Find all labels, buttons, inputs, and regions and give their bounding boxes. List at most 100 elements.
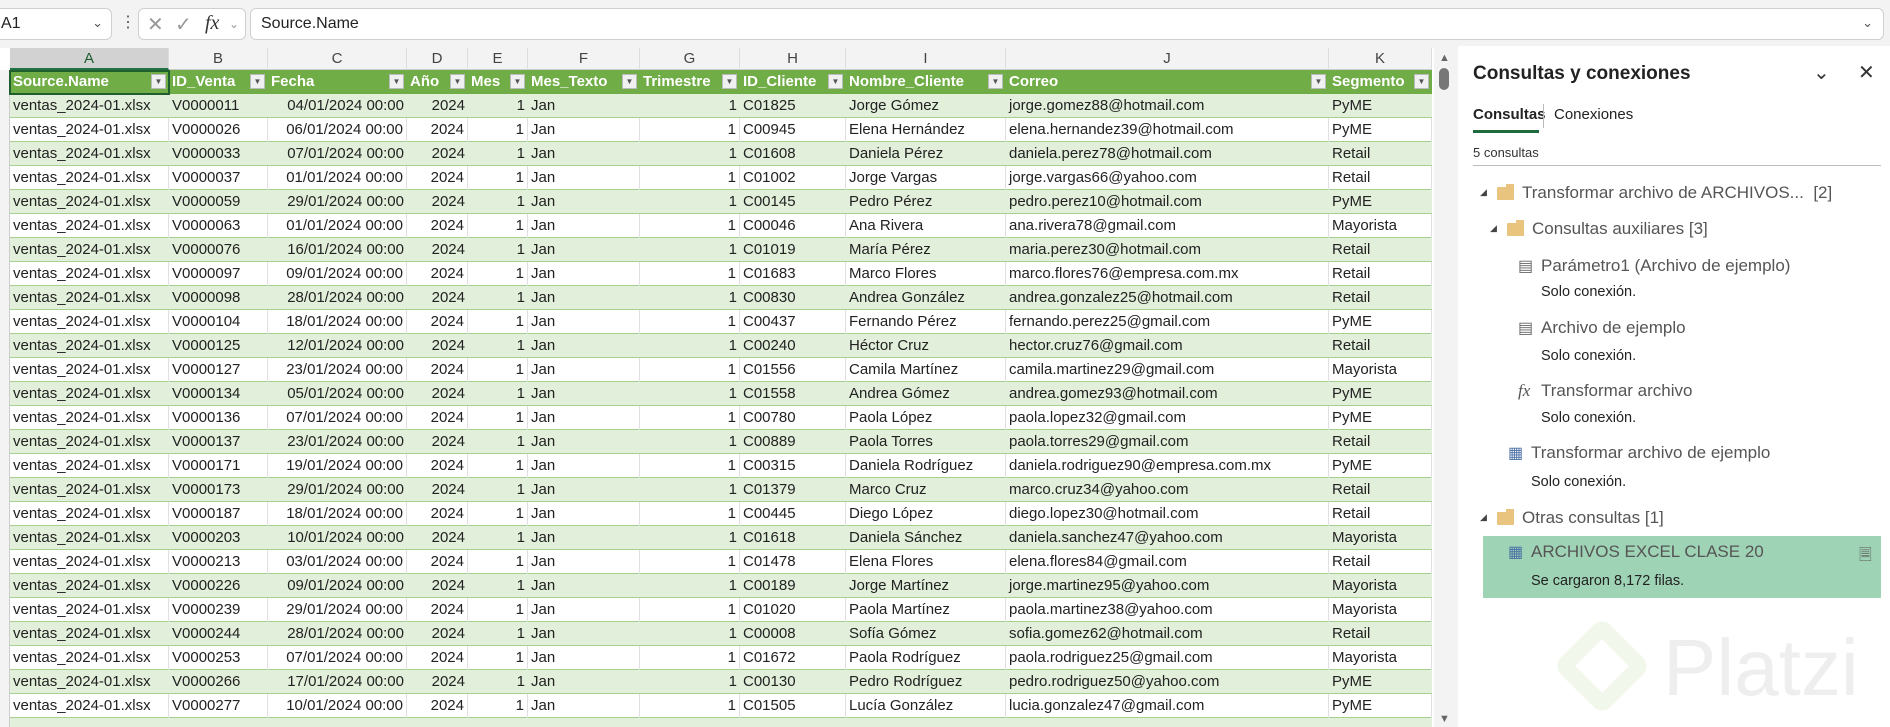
cell-a-o[interactable]: 2024 bbox=[407, 670, 468, 694]
table-row[interactable]: ventas_2024-01.xlsx V0000104 18/01/2024 00… bbox=[10, 310, 1432, 334]
cell-a-o[interactable]: 2024 bbox=[407, 118, 468, 142]
cell-trimestre[interactable]: 1 bbox=[640, 502, 740, 526]
column-header-D[interactable]: D bbox=[407, 48, 468, 70]
cell-id-cliente[interactable]: C01478 bbox=[740, 550, 846, 574]
table-row[interactable]: ventas_2024-01.xlsx V0000125 12/01/2024 00… bbox=[10, 334, 1432, 358]
cell-source-name[interactable]: ventas_2024-01.xlsx bbox=[10, 142, 169, 166]
cell-a-o[interactable]: 2024 bbox=[407, 574, 468, 598]
table-row[interactable]: ventas_2024-01.xlsx V0000173 29/01/2024 00… bbox=[10, 478, 1432, 502]
cell-fecha[interactable]: 19/01/2024 00:00 bbox=[268, 454, 407, 478]
cell-mes[interactable]: 1 bbox=[468, 262, 528, 286]
filter-dropdown-icon[interactable]: ▼ bbox=[450, 74, 465, 89]
cell-a-o[interactable]: 2024 bbox=[407, 262, 468, 286]
table-row[interactable]: ventas_2024-01.xlsx V0000098 28/01/2024 00… bbox=[10, 286, 1432, 310]
group-consultas-auxiliares[interactable]: Consultas auxiliares [3] bbox=[1532, 219, 1708, 239]
header-cell[interactable]: Correo ▼ bbox=[1006, 70, 1329, 94]
cell-source-name[interactable]: ventas_2024-01.xlsx bbox=[10, 694, 169, 718]
cell-id-venta[interactable]: V0000059 bbox=[169, 190, 268, 214]
cell-source-name[interactable]: ventas_2024-01.xlsx bbox=[10, 622, 169, 646]
cell-a-o[interactable]: 2024 bbox=[407, 310, 468, 334]
chevron-down-icon[interactable]: ⌄ bbox=[1813, 60, 1830, 85]
cell-source-name[interactable]: ventas_2024-01.xlsx bbox=[10, 502, 169, 526]
cell-id-venta[interactable]: V0000253 bbox=[169, 646, 268, 670]
cell-mes[interactable]: 1 bbox=[468, 454, 528, 478]
cell-trimestre[interactable]: 1 bbox=[640, 382, 740, 406]
cell-a-o[interactable]: 2024 bbox=[407, 430, 468, 454]
cell-a-o[interactable]: 2024 bbox=[407, 622, 468, 646]
expand-formula-icon[interactable]: ⌄ bbox=[1862, 15, 1873, 31]
cell-fecha[interactable]: 18/01/2024 00:00 bbox=[268, 310, 407, 334]
column-header-C[interactable]: C bbox=[268, 48, 407, 70]
header-cell[interactable]: Segmento ▼ bbox=[1329, 70, 1432, 94]
cell-mes[interactable]: 1 bbox=[468, 310, 528, 334]
cell-a-o[interactable]: 2024 bbox=[407, 478, 468, 502]
cell-source-name[interactable]: ventas_2024-01.xlsx bbox=[10, 478, 169, 502]
cell-nombre-cliente[interactable]: Pedro Pérez bbox=[846, 190, 1006, 214]
cell-mes-texto[interactable]: Jan bbox=[528, 622, 640, 646]
cell-segmento[interactable]: Mayorista bbox=[1329, 598, 1432, 622]
cell-source-name[interactable]: ventas_2024-01.xlsx bbox=[10, 454, 169, 478]
cell-id-venta[interactable]: V0000127 bbox=[169, 358, 268, 382]
cell-segmento[interactable]: Retail bbox=[1329, 622, 1432, 646]
cell-fecha[interactable]: 23/01/2024 00:00 bbox=[268, 430, 407, 454]
query-archivos-excel-clase-20[interactable]: ARCHIVOS EXCEL CLASE 20 bbox=[1531, 542, 1764, 562]
cell-segmento[interactable]: PyME bbox=[1329, 454, 1432, 478]
cell-correo[interactable]: jorge.gomez88@hotmail.com bbox=[1006, 94, 1329, 118]
chevron-down-icon[interactable]: ⌄ bbox=[92, 15, 103, 31]
cell-id-venta[interactable]: V0000011 bbox=[169, 94, 268, 118]
name-box[interactable]: A1 ⌄ bbox=[0, 8, 112, 40]
cell-fecha[interactable]: 10/01/2024 00:00 bbox=[268, 526, 407, 550]
cell-mes[interactable]: 1 bbox=[468, 598, 528, 622]
cell-mes-texto[interactable]: Jan bbox=[528, 166, 640, 190]
cell-mes-texto[interactable]: Jan bbox=[528, 406, 640, 430]
cell-nombre-cliente[interactable]: Elena Flores bbox=[846, 550, 1006, 574]
cell-mes[interactable]: 1 bbox=[468, 670, 528, 694]
cell-source-name[interactable]: ventas_2024-01.xlsx bbox=[10, 430, 169, 454]
cell-correo[interactable]: hector.cruz76@gmail.com bbox=[1006, 334, 1329, 358]
cell-a-o[interactable]: 2024 bbox=[407, 550, 468, 574]
cell-mes-texto[interactable]: Jan bbox=[528, 454, 640, 478]
cell-segmento[interactable]: PyME bbox=[1329, 382, 1432, 406]
cell-trimestre[interactable]: 1 bbox=[640, 430, 740, 454]
table-row[interactable]: ventas_2024-01.xlsx V0000134 05/01/2024 00… bbox=[10, 382, 1432, 406]
cell-id-cliente[interactable]: C00445 bbox=[740, 502, 846, 526]
table-row[interactable]: ventas_2024-01.xlsx V0000171 19/01/2024 00… bbox=[10, 454, 1432, 478]
cell-id-venta[interactable]: V0000239 bbox=[169, 598, 268, 622]
cell-mes[interactable]: 1 bbox=[468, 382, 528, 406]
cell-a-o[interactable]: 2024 bbox=[407, 382, 468, 406]
header-cell[interactable]: Año ▼ bbox=[407, 70, 468, 94]
cell-trimestre[interactable]: 1 bbox=[640, 190, 740, 214]
cell-mes[interactable]: 1 bbox=[468, 118, 528, 142]
table-row[interactable]: ventas_2024-01.xlsx V0000244 28/01/2024 00… bbox=[10, 622, 1432, 646]
cell-trimestre[interactable]: 1 bbox=[640, 358, 740, 382]
table-row[interactable]: ventas_2024-01.xlsx V0000213 03/01/2024 00… bbox=[10, 550, 1432, 574]
cell-correo[interactable]: marco.cruz34@yahoo.com bbox=[1006, 478, 1329, 502]
cell-nombre-cliente[interactable]: Paola Rodríguez bbox=[846, 646, 1006, 670]
column-header-G[interactable]: G bbox=[640, 48, 740, 70]
cell-id-cliente[interactable]: C00437 bbox=[740, 310, 846, 334]
cell-correo[interactable]: paola.martinez38@yahoo.com bbox=[1006, 598, 1329, 622]
cancel-icon[interactable]: ✕ bbox=[147, 12, 164, 37]
cell-mes-texto[interactable]: Jan bbox=[528, 646, 640, 670]
more-options-icon[interactable]: ⋮ bbox=[120, 12, 136, 32]
column-header-A[interactable]: A bbox=[10, 48, 169, 70]
cell-fecha[interactable]: 12/01/2024 00:00 bbox=[268, 334, 407, 358]
cell-source-name[interactable]: ventas_2024-01.xlsx bbox=[10, 646, 169, 670]
header-cell[interactable]: Mes ▼ bbox=[468, 70, 528, 94]
table-header-row[interactable]: Source.Name ▼ ID_Venta ▼ Fecha ▼ Año ▼ Mes ▼ Mes_T… bbox=[10, 70, 1432, 94]
cell-source-name[interactable]: ventas_2024-01.xlsx bbox=[10, 262, 169, 286]
cell-mes-texto[interactable]: Jan bbox=[528, 286, 640, 310]
column-header-B[interactable]: B bbox=[169, 48, 268, 70]
cell-mes[interactable]: 1 bbox=[468, 622, 528, 646]
query-transformar-archivo-ejemplo[interactable]: Transformar archivo de ejemplo bbox=[1531, 443, 1770, 463]
table-row[interactable]: ventas_2024-01.xlsx V0000033 07/01/2024 00… bbox=[10, 142, 1432, 166]
cell-mes[interactable]: 1 bbox=[468, 574, 528, 598]
cell-trimestre[interactable]: 1 bbox=[640, 694, 740, 718]
cell-id-cliente[interactable]: C01556 bbox=[740, 358, 846, 382]
cell-mes[interactable]: 1 bbox=[468, 190, 528, 214]
table-row[interactable]: ventas_2024-01.xlsx V0000097 09/01/2024 00… bbox=[10, 262, 1432, 286]
cell-nombre-cliente[interactable]: Sofía Gómez bbox=[846, 622, 1006, 646]
cell-id-venta[interactable]: V0000277 bbox=[169, 694, 268, 718]
cell-nombre-cliente[interactable]: Héctor Cruz bbox=[846, 334, 1006, 358]
cell-mes[interactable]: 1 bbox=[468, 406, 528, 430]
